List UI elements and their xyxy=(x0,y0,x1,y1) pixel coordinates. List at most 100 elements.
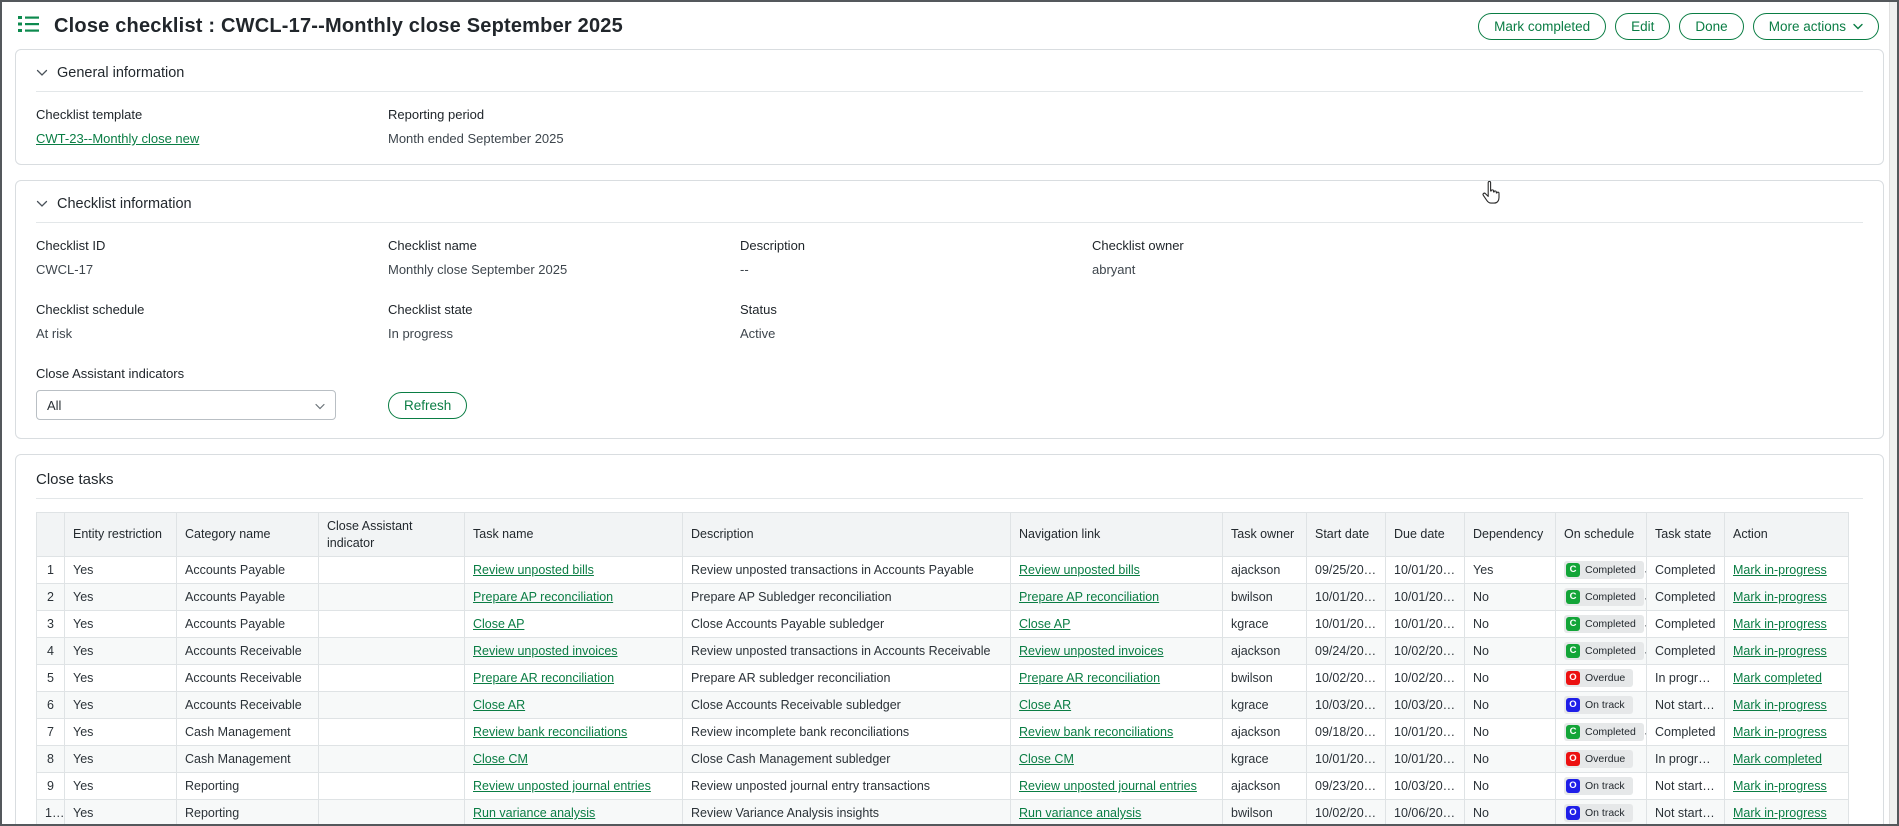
task-state-cell: Not started xyxy=(1647,800,1725,826)
task-state-cell: In progress xyxy=(1647,746,1725,773)
on-schedule-cell: OOn track xyxy=(1556,800,1647,826)
mark-completed-button[interactable]: Mark completed xyxy=(1478,13,1606,40)
done-button[interactable]: Done xyxy=(1679,13,1743,40)
table-row: 3YesAccounts PayableClose APClose Accoun… xyxy=(37,611,1849,638)
refresh-button[interactable]: Refresh xyxy=(388,392,467,419)
task-name-cell: Review unposted bills xyxy=(465,557,683,584)
category-name-cell: Accounts Payable xyxy=(177,611,319,638)
task-name-link[interactable]: Review unposted bills xyxy=(473,563,594,577)
action-cell: Mark completed xyxy=(1725,665,1849,692)
navigation-link-cell: Prepare AR reconciliation xyxy=(1011,665,1223,692)
navigation-link-cell: Close CM xyxy=(1011,746,1223,773)
badge-label: Completed xyxy=(1585,618,1636,630)
due-date-cell: 10/01/2025 xyxy=(1386,557,1465,584)
dependency-cell: No xyxy=(1465,746,1556,773)
action-link[interactable]: Mark in-progress xyxy=(1733,644,1827,658)
checklist-information-card: Checklist information Checklist ID CWCL-… xyxy=(15,180,1884,439)
category-name-cell: Cash Management xyxy=(177,746,319,773)
checklist-information-header[interactable]: Checklist information xyxy=(36,191,1863,223)
task-state-cell: Completed xyxy=(1647,719,1725,746)
on-schedule-badge: OOn track xyxy=(1564,804,1633,822)
navigation-link-cell: Review unposted invoices xyxy=(1011,638,1223,665)
row-number-cell: 8 xyxy=(37,746,65,773)
task-name-link[interactable]: Close AP xyxy=(473,617,524,631)
navigation-link[interactable]: Close AR xyxy=(1019,698,1071,712)
task-name-link[interactable]: Review unposted invoices xyxy=(473,644,618,658)
start-date-cell: 10/03/2025 xyxy=(1307,692,1386,719)
column-header-navigation-link: Navigation link xyxy=(1011,513,1223,557)
due-date-cell: 10/02/2025 xyxy=(1386,665,1465,692)
task-name-link[interactable]: Review bank reconciliations xyxy=(473,725,627,739)
task-name-link[interactable]: Close CM xyxy=(473,752,528,766)
action-link[interactable]: Mark in-progress xyxy=(1733,806,1827,820)
action-cell: Mark in-progress xyxy=(1725,638,1849,665)
action-cell: Mark in-progress xyxy=(1725,773,1849,800)
list-menu-icon[interactable] xyxy=(18,15,39,38)
row-number-cell: 3 xyxy=(37,611,65,638)
edit-button[interactable]: Edit xyxy=(1615,13,1670,40)
action-link[interactable]: Mark in-progress xyxy=(1733,779,1827,793)
dependency-cell: No xyxy=(1465,692,1556,719)
navigation-link[interactable]: Review bank reconciliations xyxy=(1019,725,1173,739)
checklist-id-label: Checklist ID xyxy=(36,238,388,253)
checklist-template-field: Checklist template CWT-23--Monthly close… xyxy=(36,107,388,146)
close-assistant-indicator-cell xyxy=(319,584,465,611)
due-date-cell: 10/01/2025 xyxy=(1386,746,1465,773)
description-label: Description xyxy=(740,238,1092,253)
task-name-link[interactable]: Close AR xyxy=(473,698,525,712)
navigation-link[interactable]: Close CM xyxy=(1019,752,1074,766)
navigation-link[interactable]: Review unposted journal entries xyxy=(1019,779,1197,793)
entity-restriction-cell: Yes xyxy=(65,692,177,719)
reporting-period-label: Reporting period xyxy=(388,107,1863,122)
task-name-link[interactable]: Review unposted journal entries xyxy=(473,779,651,793)
checklist-template-link[interactable]: CWT-23--Monthly close new xyxy=(36,131,199,146)
start-date-cell: 10/01/2025 xyxy=(1307,584,1386,611)
badge-letter-icon: C xyxy=(1566,617,1580,631)
action-link[interactable]: Mark in-progress xyxy=(1733,725,1827,739)
navigation-link[interactable]: Prepare AP reconciliation xyxy=(1019,590,1159,604)
action-link[interactable]: Mark in-progress xyxy=(1733,563,1827,577)
column-header-start-date: Start date xyxy=(1307,513,1386,557)
close-assistant-indicators-select[interactable]: All xyxy=(36,390,336,420)
close-assistant-indicator-cell xyxy=(319,611,465,638)
badge-letter-icon: O xyxy=(1566,698,1580,712)
table-header-row: Entity restrictionCategory nameClose Ass… xyxy=(37,513,1849,557)
close-tasks-card: Close tasks Entity restrictionCategory n… xyxy=(15,454,1884,826)
close-assistant-indicator-cell xyxy=(319,638,465,665)
on-schedule-badge: CCompleted xyxy=(1564,723,1644,741)
task-name-cell: Prepare AP reconciliation xyxy=(465,584,683,611)
action-link[interactable]: Mark in-progress xyxy=(1733,698,1827,712)
task-name-link[interactable]: Run variance analysis xyxy=(473,806,595,820)
action-link[interactable]: Mark completed xyxy=(1733,752,1822,766)
dependency-cell: No xyxy=(1465,584,1556,611)
start-date-cell: 09/23/2025 xyxy=(1307,773,1386,800)
task-name-link[interactable]: Prepare AP reconciliation xyxy=(473,590,613,604)
status-value: Active xyxy=(740,326,1092,341)
more-actions-label: More actions xyxy=(1769,19,1846,34)
action-link[interactable]: Mark in-progress xyxy=(1733,617,1827,631)
close-assistant-indicator-cell xyxy=(319,557,465,584)
navigation-link[interactable]: Close AP xyxy=(1019,617,1070,631)
category-name-cell: Accounts Payable xyxy=(177,557,319,584)
close-assistant-indicator-cell xyxy=(319,773,465,800)
action-link[interactable]: Mark in-progress xyxy=(1733,590,1827,604)
navigation-link[interactable]: Run variance analysis xyxy=(1019,806,1141,820)
more-actions-button[interactable]: More actions xyxy=(1753,13,1879,40)
task-owner-cell: kgrace xyxy=(1223,611,1307,638)
page-title: Close checklist : CWCL-17--Monthly close… xyxy=(54,15,623,38)
on-schedule-cell: OOn track xyxy=(1556,773,1647,800)
dependency-cell: No xyxy=(1465,773,1556,800)
task-state-cell: Completed xyxy=(1647,611,1725,638)
description-cell: Review incomplete bank reconciliations xyxy=(683,719,1011,746)
navigation-link[interactable]: Prepare AR reconciliation xyxy=(1019,671,1160,685)
navigation-link[interactable]: Review unposted invoices xyxy=(1019,644,1164,658)
close-assistant-indicator-cell xyxy=(319,719,465,746)
general-information-header[interactable]: General information xyxy=(36,60,1863,92)
category-name-cell: Reporting xyxy=(177,800,319,826)
navigation-link[interactable]: Review unposted bills xyxy=(1019,563,1140,577)
action-link[interactable]: Mark completed xyxy=(1733,671,1822,685)
vertical-scrollbar[interactable] xyxy=(1889,2,1897,824)
dependency-cell: No xyxy=(1465,800,1556,826)
table-row: 10YesReportingRun variance analysisRevie… xyxy=(37,800,1849,826)
task-name-link[interactable]: Prepare AR reconciliation xyxy=(473,671,614,685)
